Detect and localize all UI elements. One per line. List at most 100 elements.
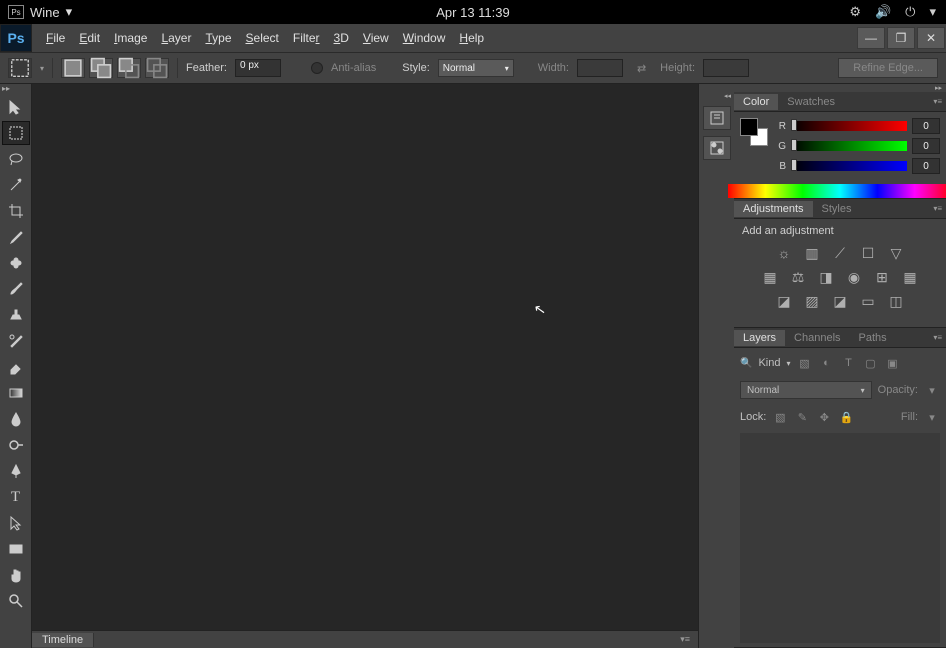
os-app-menu-caret[interactable]: ▾ (66, 4, 73, 20)
tool-preset-picker[interactable] (8, 58, 32, 78)
timeline-tab[interactable]: Timeline (32, 633, 94, 647)
color-spectrum[interactable] (728, 184, 946, 198)
menu-file[interactable]: File (46, 31, 65, 45)
window-minimize-button[interactable]: — (857, 27, 885, 49)
pen-tool[interactable] (2, 459, 30, 483)
healing-brush-tool[interactable] (2, 251, 30, 275)
dropdown-icon[interactable]: ▾ (929, 4, 936, 20)
panels-collapse-icon[interactable]: ▸▸ (734, 84, 946, 92)
lock-position-icon[interactable]: ✥ (816, 410, 832, 424)
eyedropper-tool[interactable] (2, 225, 30, 249)
dodge-tool[interactable] (2, 433, 30, 457)
g-slider[interactable] (791, 141, 907, 151)
window-maximize-button[interactable]: ❐ (887, 27, 915, 49)
magic-wand-tool[interactable] (2, 173, 30, 197)
lock-image-icon[interactable]: ✎ (794, 410, 810, 424)
g-value[interactable]: 0 (912, 138, 940, 154)
menu-window[interactable]: Window (403, 31, 446, 45)
clone-stamp-tool[interactable] (2, 303, 30, 327)
marquee-tool[interactable] (2, 121, 30, 145)
tab-layers[interactable]: Layers (734, 330, 785, 346)
zoom-tool[interactable] (2, 589, 30, 613)
dock-properties-icon[interactable] (703, 136, 731, 160)
tab-color[interactable]: Color (734, 94, 778, 110)
foreground-background-swatch[interactable] (740, 118, 768, 146)
tool-preset-caret[interactable]: ▾ (40, 64, 44, 73)
move-tool[interactable] (2, 95, 30, 119)
swap-wh-icon[interactable]: ⇄ (637, 62, 646, 75)
filter-adjustment-icon[interactable]: ◐ (819, 356, 835, 370)
eraser-tool[interactable] (2, 355, 30, 379)
filter-type-icon[interactable]: T (841, 356, 857, 370)
vibrance-icon[interactable]: ▽ (887, 245, 905, 261)
tool-palette-collapse[interactable]: ▸▸ (0, 84, 31, 94)
menu-3d[interactable]: 3D (334, 31, 349, 45)
app-logo[interactable]: Ps (0, 24, 32, 52)
timeline-menu-icon[interactable]: ▾≡ (680, 634, 690, 645)
os-app-name[interactable]: Wine (30, 5, 60, 20)
path-selection-tool[interactable] (2, 511, 30, 535)
threshold-icon[interactable]: ◪ (831, 293, 849, 309)
menu-view[interactable]: View (363, 31, 389, 45)
selection-new-button[interactable] (61, 58, 85, 78)
curves-icon[interactable]: ⟋ (831, 245, 849, 261)
tab-styles[interactable]: Styles (813, 201, 861, 217)
bw-icon[interactable]: ◨ (817, 269, 835, 285)
channel-mixer-icon[interactable]: ⊞ (873, 269, 891, 285)
canvas-area[interactable]: ↖ (32, 84, 698, 630)
color-balance-icon[interactable]: ⚖ (789, 269, 807, 285)
lock-transparency-icon[interactable]: ▧ (772, 410, 788, 424)
foreground-color-swatch[interactable] (740, 118, 758, 136)
opacity-input[interactable]: ▾ (924, 383, 940, 397)
power-icon[interactable]: ⏻ (905, 4, 915, 20)
exposure-icon[interactable]: ☐ (859, 245, 877, 261)
blend-mode-select[interactable]: Normal▾ (740, 381, 872, 399)
rectangle-tool[interactable] (2, 537, 30, 561)
menu-help[interactable]: Help (459, 31, 484, 45)
menu-type[interactable]: Type (205, 31, 231, 45)
network-icon[interactable]: ⚙ (849, 4, 861, 20)
tab-adjustments[interactable]: Adjustments (734, 201, 813, 217)
b-value[interactable]: 0 (912, 158, 940, 174)
b-slider[interactable] (791, 161, 907, 171)
history-brush-tool[interactable] (2, 329, 30, 353)
fill-input[interactable]: ▾ (924, 410, 940, 424)
selection-intersect-button[interactable] (145, 58, 169, 78)
brush-tool[interactable] (2, 277, 30, 301)
selective-color-icon[interactable]: ◫ (887, 293, 905, 309)
menu-layer[interactable]: Layer (161, 31, 191, 45)
refine-edge-button[interactable]: Refine Edge... (838, 58, 938, 78)
photo-filter-icon[interactable]: ◉ (845, 269, 863, 285)
blur-tool[interactable] (2, 407, 30, 431)
gradient-map-icon[interactable]: ▭ (859, 293, 877, 309)
r-slider[interactable] (791, 121, 907, 131)
lasso-tool[interactable] (2, 147, 30, 171)
brightness-icon[interactable]: ☼ (775, 245, 793, 261)
tab-swatches[interactable]: Swatches (778, 94, 844, 110)
color-lookup-icon[interactable]: ▦ (901, 269, 919, 285)
color-panel-menu-icon[interactable]: ▾≡ (933, 97, 942, 106)
filter-shape-icon[interactable]: ▢ (863, 356, 879, 370)
tab-paths[interactable]: Paths (850, 330, 896, 346)
hand-tool[interactable] (2, 563, 30, 587)
crop-tool[interactable] (2, 199, 30, 223)
adjustments-panel-menu-icon[interactable]: ▾≡ (933, 204, 942, 213)
filter-pixel-icon[interactable]: ▧ (797, 356, 813, 370)
menu-select[interactable]: Select (246, 31, 279, 45)
selection-add-button[interactable] (89, 58, 113, 78)
invert-icon[interactable]: ◪ (775, 293, 793, 309)
dock-history-icon[interactable] (703, 106, 731, 130)
levels-icon[interactable]: ▥ (803, 245, 821, 261)
posterize-icon[interactable]: ▨ (803, 293, 821, 309)
dock-expand-icon[interactable]: ◂◂ (699, 92, 734, 100)
gradient-tool[interactable] (2, 381, 30, 405)
window-close-button[interactable]: ✕ (917, 27, 945, 49)
tab-channels[interactable]: Channels (785, 330, 849, 346)
menu-image[interactable]: Image (114, 31, 147, 45)
style-select[interactable]: Normal▾ (438, 59, 514, 77)
antialias-checkbox[interactable] (311, 62, 323, 74)
selection-subtract-button[interactable] (117, 58, 141, 78)
lock-all-icon[interactable]: 🔒 (838, 410, 854, 424)
volume-icon[interactable]: 🔊 (875, 4, 891, 20)
layers-panel-menu-icon[interactable]: ▾≡ (933, 333, 942, 342)
